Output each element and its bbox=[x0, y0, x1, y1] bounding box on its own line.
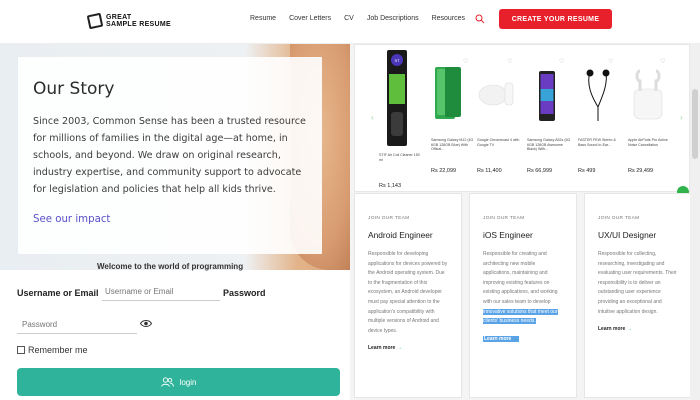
wishlist-heart-icon[interactable]: ♡ bbox=[608, 58, 613, 65]
product-name: Apple AirPods Pro Active Noise Cancellat… bbox=[628, 138, 668, 147]
product-price: Rs 1,143 bbox=[379, 183, 402, 189]
right-panel: ‹ › ST STIF Air Coil Cleaner 150 ml Rs 1… bbox=[350, 44, 700, 400]
password-input[interactable] bbox=[17, 315, 137, 334]
logo-line-2: SAMPLE RESUME bbox=[106, 21, 171, 28]
password-label: Password bbox=[223, 288, 266, 298]
job-kicker: JOIN OUR TEAM bbox=[368, 216, 410, 221]
product-price: Rs 22,099 bbox=[431, 168, 457, 174]
product-price: Rs 11,400 bbox=[477, 168, 502, 174]
nav-cover-letters[interactable]: Cover Letters bbox=[289, 15, 331, 22]
product-name: Google Chromecast 4 with Google TV bbox=[477, 138, 520, 147]
job-title: UX/UI Designer bbox=[598, 230, 657, 240]
job-title: Android Engineer bbox=[368, 230, 433, 240]
scrollbar[interactable] bbox=[690, 44, 700, 400]
selected-text: innovative solutions that meet our clien… bbox=[483, 308, 558, 325]
svg-text:ST: ST bbox=[394, 58, 400, 63]
nav-resume[interactable]: Resume bbox=[250, 15, 276, 22]
job-kicker: JOIN OUR TEAM bbox=[598, 216, 640, 221]
main-nav: Resume Cover Letters CV Job Descriptions… bbox=[250, 15, 465, 22]
see-impact-link[interactable]: See our impact bbox=[33, 214, 306, 225]
wishlist-heart-icon[interactable]: ♡ bbox=[507, 58, 512, 65]
story-body: Since 2003, Common Sense has been a trus… bbox=[33, 116, 306, 195]
product-carousel: ‹ › ST STIF Air Coil Cleaner 150 ml Rs 1… bbox=[354, 44, 690, 192]
job-description: Responsible for developing applications … bbox=[368, 251, 448, 334]
logo-mark-icon bbox=[86, 12, 104, 30]
product-name: Samsung Galaxy M12 (4G 6GB 128GB Blue) W… bbox=[431, 138, 474, 151]
page: GREAT SAMPLE RESUME Resume Cover Letters… bbox=[0, 0, 700, 400]
job-card-android: JOIN OUR TEAM Android Engineer Responsib… bbox=[354, 193, 462, 398]
arrow-right-icon: → bbox=[397, 345, 403, 352]
site-logo[interactable]: GREAT SAMPLE RESUME bbox=[86, 11, 171, 31]
chromecast-icon bbox=[478, 82, 514, 106]
learn-more-link[interactable]: Learn more → bbox=[598, 326, 632, 332]
job-description: Responsible for creating and architectin… bbox=[483, 251, 558, 325]
remember-me-label: Remember me bbox=[28, 345, 88, 355]
job-card-ux-ui: JOIN OUR TEAM UX/UI Designer Responsible… bbox=[584, 193, 692, 398]
learn-more-link[interactable]: Learn more → bbox=[368, 345, 402, 351]
create-resume-button[interactable]: CREATE YOUR RESUME bbox=[499, 9, 612, 29]
our-story-card: Our Story Since 2003, Common Sense has b… bbox=[18, 57, 322, 254]
nav-job-descriptions[interactable]: Job Descriptions bbox=[367, 15, 419, 22]
users-icon bbox=[160, 377, 174, 387]
phone-green-icon bbox=[435, 67, 461, 119]
search-icon[interactable] bbox=[475, 14, 485, 24]
story-title: Our Story bbox=[33, 79, 115, 99]
product-name: FASTER FEW Stereo & Bass Sound In-Ear... bbox=[578, 138, 616, 147]
login-button-label: login bbox=[179, 377, 197, 387]
welcome-heading: Welcome to the world of programming bbox=[97, 262, 244, 271]
job-description: Responsible for collecting, researching,… bbox=[598, 251, 677, 315]
scrollbar-thumb[interactable] bbox=[692, 89, 698, 159]
learn-more-link[interactable]: Learn more → bbox=[483, 335, 520, 342]
product-name: Samsung Galaxy A52s (5G 6GB 128GB Awesom… bbox=[527, 138, 571, 151]
airpods-icon bbox=[633, 69, 663, 120]
username-label: Username or Email bbox=[17, 288, 99, 298]
site-header: GREAT SAMPLE RESUME Resume Cover Letters… bbox=[0, 0, 700, 44]
job-card-ios: JOIN OUR TEAM iOS Engineer Responsible f… bbox=[469, 193, 577, 398]
product-price: Rs 29,499 bbox=[628, 168, 654, 174]
arrow-right-icon: → bbox=[513, 335, 519, 342]
wishlist-heart-icon[interactable]: ♡ bbox=[559, 58, 564, 65]
phone-black-icon bbox=[539, 71, 555, 121]
nav-resources[interactable]: Resources bbox=[432, 15, 465, 22]
username-input[interactable] bbox=[102, 282, 220, 301]
remember-me-checkbox[interactable] bbox=[17, 346, 25, 354]
carousel-prev-icon[interactable]: ‹ bbox=[371, 113, 374, 122]
wishlist-heart-icon[interactable]: ♡ bbox=[660, 58, 665, 65]
spray-can-icon: ST bbox=[387, 50, 407, 146]
carousel-next-icon[interactable]: › bbox=[680, 113, 683, 122]
product-price: Rs 66,999 bbox=[527, 168, 553, 174]
job-kicker: JOIN OUR TEAM bbox=[483, 216, 525, 221]
nav-cv[interactable]: CV bbox=[344, 15, 354, 22]
show-password-eye-icon[interactable] bbox=[140, 319, 152, 328]
arrow-right-icon: → bbox=[627, 326, 633, 333]
remember-me[interactable]: Remember me bbox=[17, 345, 88, 355]
logo-line-1: GREAT bbox=[106, 14, 132, 21]
job-title: iOS Engineer bbox=[483, 230, 533, 240]
left-panel: Our Story Since 2003, Common Sense has b… bbox=[0, 44, 350, 400]
product-name: STIF Air Coil Cleaner 150 ml bbox=[379, 153, 420, 162]
wishlist-heart-icon[interactable]: ♡ bbox=[463, 58, 468, 65]
login-button[interactable]: login bbox=[17, 368, 340, 396]
earphones-icon bbox=[586, 69, 610, 121]
product-price: Rs 499 bbox=[578, 168, 596, 174]
